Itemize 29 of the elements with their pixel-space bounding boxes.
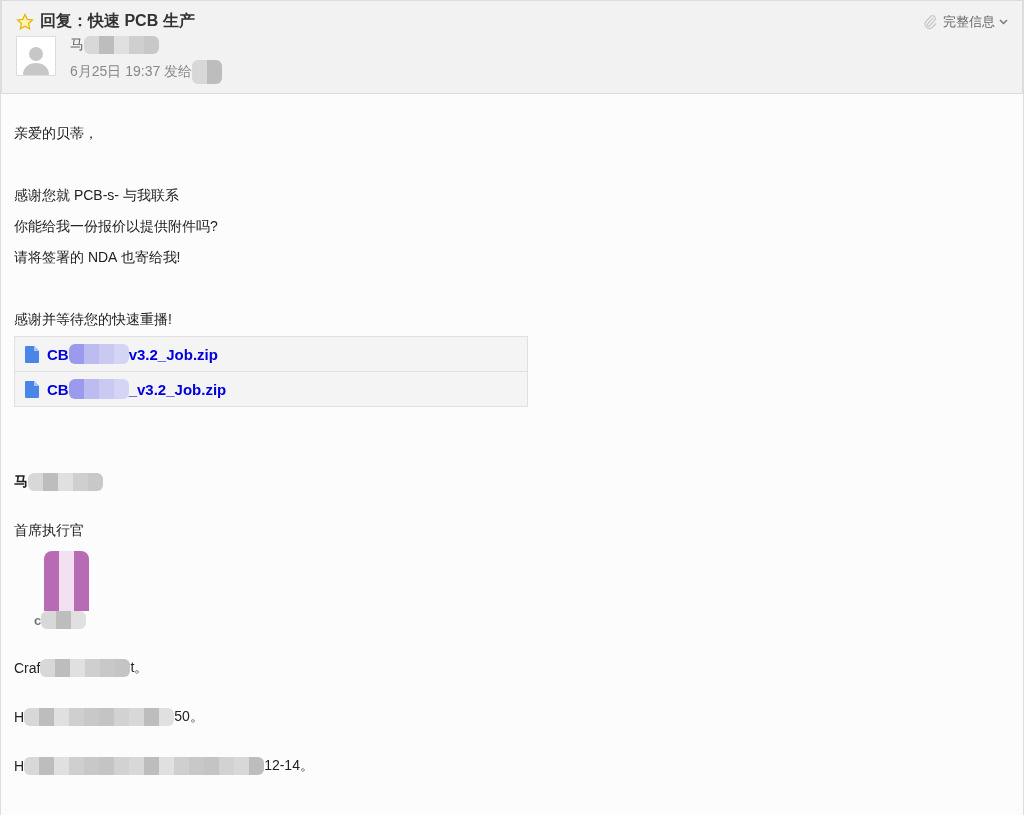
signature-text: H [14, 708, 25, 725]
paperclip-icon [923, 13, 937, 30]
chevron-down-icon[interactable] [999, 18, 1008, 25]
email-text: 感谢您就 PCB-s- 与我联系 [14, 186, 180, 205]
full-info-link[interactable]: 完整信息 [943, 12, 995, 31]
attachment-row[interactable]: CB _v3.2_Job.zip [14, 371, 528, 407]
job-title: 首席执行官 [14, 521, 84, 540]
star-icon[interactable] [16, 12, 34, 31]
file-icon [25, 380, 39, 398]
sent-date: 6月25日 19:37 发给 [70, 63, 193, 81]
signature-text: Craf [14, 659, 41, 676]
signature-text: t。 [130, 658, 149, 677]
email-text: 感谢并等待您的快速重播! [14, 310, 173, 329]
attachment-link[interactable]: CB [47, 345, 69, 363]
signature-text: 12-14。 [264, 756, 314, 775]
email-text: 亲爱的贝蒂， [14, 124, 99, 143]
file-icon [25, 345, 39, 363]
signature-name: 马 [14, 472, 28, 491]
logo-text: c [34, 612, 42, 628]
email-subject: 回复：快速 PCB 生产 [40, 11, 195, 31]
email-text: 你能给我一份报价以提供附件吗? [14, 217, 219, 236]
attachment-link[interactable]: _v3.2_Job.zip [128, 380, 227, 398]
attachment-link[interactable]: CB [47, 380, 69, 398]
email-text: 请将签署的 NDA 也寄给我! [14, 248, 182, 267]
sender-name: 马 [70, 36, 84, 54]
attachment-link[interactable]: v3.2_Job.zip [128, 345, 218, 363]
signature-text: H [14, 757, 25, 774]
signature-text: 50。 [174, 707, 204, 726]
attachment-row[interactable]: CB v3.2_Job.zip [14, 336, 528, 372]
